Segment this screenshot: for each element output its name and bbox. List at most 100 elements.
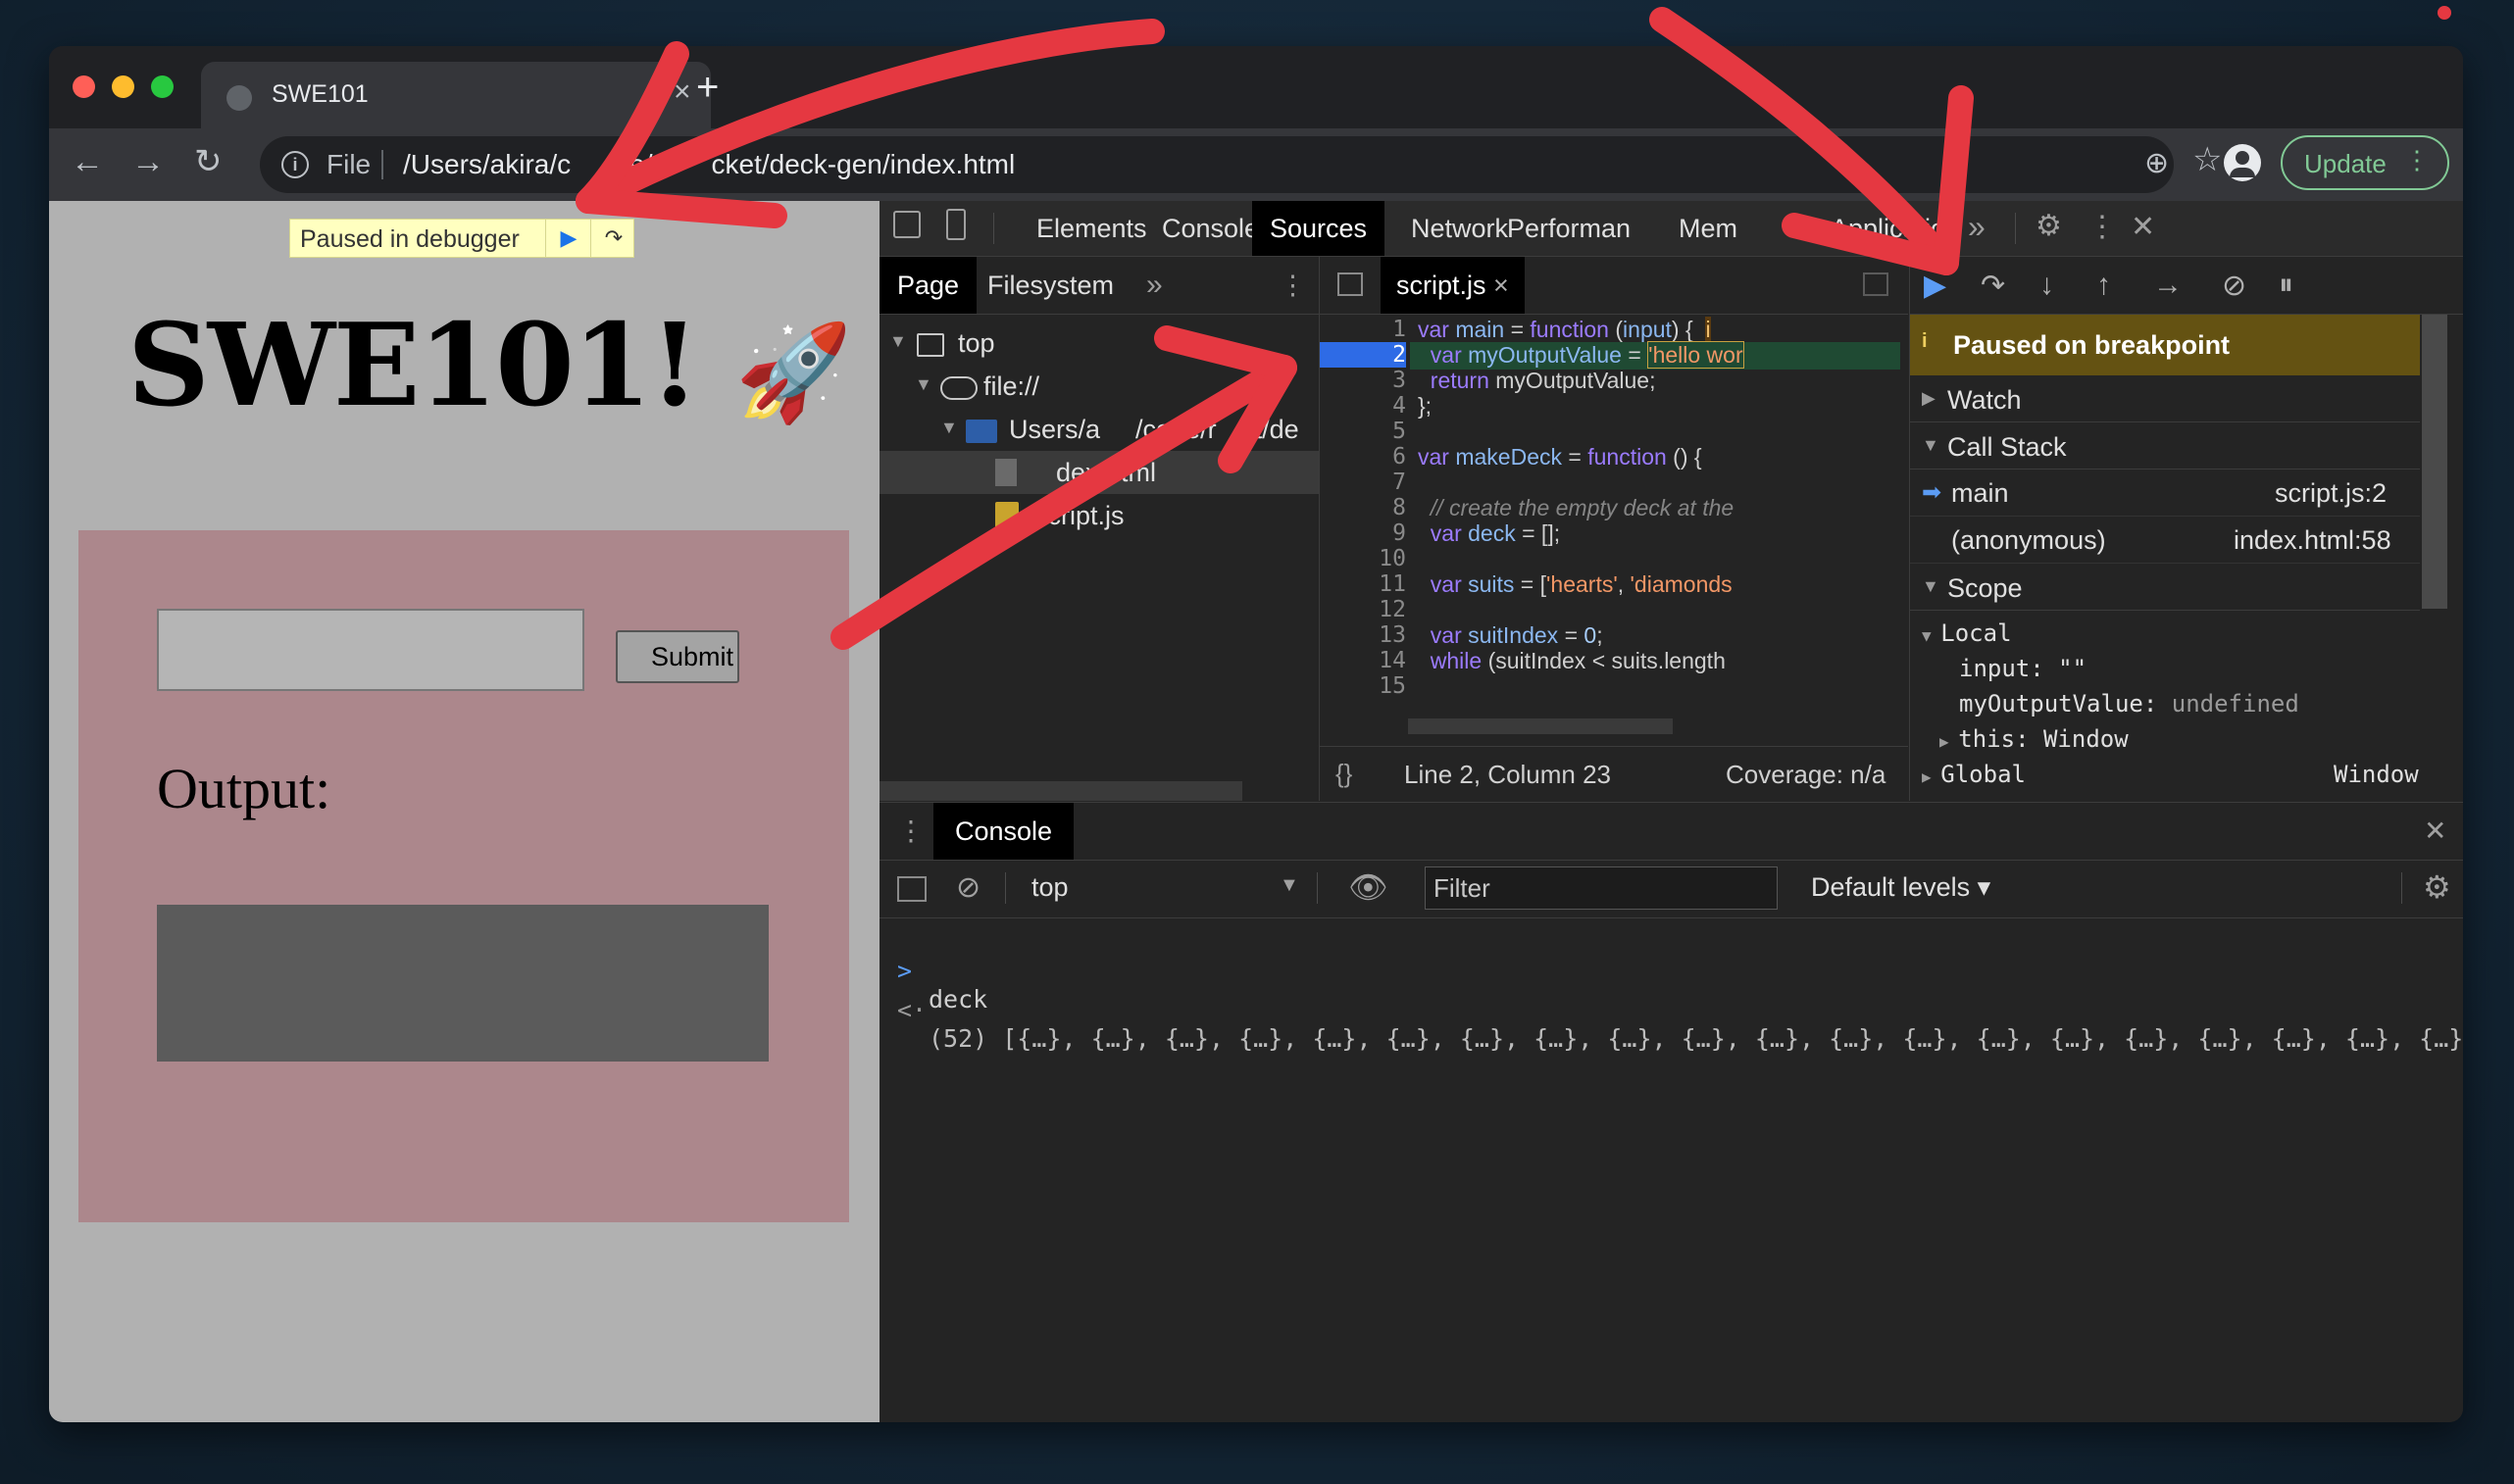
tab-close-icon[interactable]: × [674,75,691,109]
tree-item-script-js[interactable]: script.js [880,494,1319,537]
step-over-icon[interactable]: ↷ [1981,269,2005,303]
line-number[interactable]: 5 [1320,419,1406,444]
zoom-window-button[interactable] [151,75,174,98]
line-number[interactable]: 4 [1320,393,1406,419]
device-toolbar-icon[interactable] [946,209,966,240]
frame-location[interactable]: index.html:58 [2234,525,2391,556]
cloud-icon [940,376,978,400]
call-stack-frame[interactable]: ➡ main script.js:2 [1910,470,2420,517]
console-output-line[interactable]: <· (52) [{…}, {…}, {…}, {…}, {…}, {…}, {… [880,967,2463,1053]
breakpoint-line-number[interactable]: 2 [1320,342,1406,368]
toggle-debugger-icon[interactable] [1863,272,1888,296]
navigator-menu-icon[interactable]: ⋮ [1262,257,1324,314]
console-settings-gear-icon[interactable]: ⚙ [2423,868,2451,906]
info-icon[interactable]: i [281,151,309,178]
text-input[interactable] [157,609,584,691]
line-number[interactable]: 13 [1320,622,1406,648]
bookmark-star-icon[interactable]: ☆ [2192,140,2222,179]
code-line: return myOutputValue; [1430,368,1656,393]
tab-elements[interactable]: Elements [1036,214,1147,244]
tree-item-top[interactable]: ▼ top [880,322,1319,365]
menu-kebab-icon[interactable]: ⋮ [2404,145,2430,175]
close-drawer-icon[interactable]: ✕ [2424,815,2446,847]
line-number[interactable]: 15 [1320,673,1406,699]
more-tabs-icon[interactable]: » [1968,209,1986,245]
zoom-icon[interactable]: ⊕ [2144,146,2169,180]
editor-status-bar: {} Line 2, Column 23 Coverage: n/a [1320,746,1908,802]
frame-location[interactable]: script.js:2 [2275,478,2387,509]
console-sidebar-icon[interactable] [897,876,927,902]
code-area[interactable]: 1 2 3 4 5 6 7 8 9 10 11 12 13 14 15 var … [1320,317,1908,738]
navigator-scrollbar[interactable] [880,781,1242,801]
scope-section[interactable]: ▼ Scope [1910,565,2420,611]
code-scrollbar[interactable] [1408,718,1673,734]
devtools-menu-icon[interactable]: ⋮ [2087,210,2117,244]
watch-section[interactable]: ▶ Watch [1910,376,2420,422]
close-file-tab-icon[interactable]: × [1493,271,1509,300]
tab-script-js[interactable]: script.js × [1381,257,1525,314]
line-number[interactable]: 7 [1320,470,1406,495]
more-navigator-tabs-icon[interactable]: » [1129,257,1181,314]
call-stack-frame[interactable]: (anonymous) index.html:58 [1910,518,2420,564]
settings-gear-icon[interactable]: ⚙ [2036,209,2062,243]
line-number[interactable]: 12 [1320,597,1406,622]
minimize-window-button[interactable] [112,75,134,98]
step-into-icon[interactable]: ↓ [2039,269,2054,302]
scope-global[interactable]: ▶ Global [1922,761,2026,788]
debugger-scrollbar[interactable] [2422,315,2447,609]
chevron-down-icon[interactable]: ▼ [1280,874,1299,897]
reload-button[interactable]: ↻ [194,142,223,181]
line-number[interactable]: 11 [1320,571,1406,597]
tab-drawer-console[interactable]: Console [933,803,1075,860]
tree-item-index-html[interactable]: dex.html [880,451,1319,494]
step-over-icon[interactable]: ↷ [590,220,636,257]
back-button[interactable]: ← [71,142,104,181]
tab-filesystem[interactable]: Filesystem [970,257,1131,314]
eye-icon[interactable]: 👁 [1348,868,1388,906]
line-number[interactable]: 14 [1320,648,1406,673]
scope-local[interactable]: ▼ Local [1922,619,2012,647]
folder-icon [966,420,997,443]
submit-button[interactable]: Submit [616,630,739,683]
pretty-print-icon[interactable]: {} [1335,759,1352,789]
line-number[interactable]: 9 [1320,520,1406,546]
step-icon[interactable]: → [2153,269,2183,302]
pause-on-exceptions-icon[interactable]: ⏸ [2279,269,2293,302]
call-stack-section[interactable]: ▼ Call Stack [1910,423,2420,470]
line-number[interactable]: 1 [1320,317,1406,342]
tab-performance[interactable]: Performan [1507,214,1631,244]
close-window-button[interactable] [73,75,95,98]
toggle-navigator-icon[interactable] [1337,272,1363,296]
line-number[interactable]: 8 [1320,495,1406,520]
profile-avatar-icon[interactable] [2224,144,2261,181]
context-selector[interactable]: top [1031,872,1069,903]
drawer-menu-icon[interactable]: ⋮ [897,815,925,847]
tab-sources[interactable]: Sources [1252,201,1385,256]
tab-memory[interactable]: Mem [1679,214,1737,244]
deactivate-breakpoints-icon[interactable]: ⊘ [2222,269,2246,303]
close-devtools-icon[interactable]: ✕ [2131,210,2155,244]
line-number[interactable]: 6 [1320,444,1406,470]
tab-console[interactable]: Console [1162,214,1259,244]
new-tab-button[interactable]: + [696,66,719,110]
browser-tab[interactable]: SWE101 × [201,62,711,128]
address-bar[interactable]: i File /Users/akira/c e/cket/deck-gen/ind… [260,136,2174,193]
tree-item-file-origin[interactable]: ▼ file:// [880,365,1319,408]
tab-page[interactable]: Page [880,257,978,314]
console-filter-input[interactable]: Filter [1425,866,1778,910]
scope-variable[interactable]: ▶ this: Window [1939,725,2129,753]
inspect-element-icon[interactable] [893,211,921,238]
console-result[interactable]: (52) [{…}, {…}, {…}, {…}, {…}, {…}, {…},… [929,1024,2463,1053]
resume-icon[interactable]: ▶ [545,220,591,257]
tree-item-folder[interactable]: ▼ Users/a/code/r et/de [880,408,1319,451]
tab-application[interactable]: Application [1831,214,1960,244]
line-number[interactable]: 10 [1320,546,1406,571]
resume-icon[interactable]: ▶ [1924,269,1946,303]
log-levels-dropdown[interactable]: Default levels ▾ [1811,872,1990,903]
tab-network[interactable]: Network [1411,214,1508,244]
forward-button[interactable]: → [131,142,165,181]
line-number[interactable]: 3 [1320,368,1406,393]
step-out-icon[interactable]: ↑ [2096,269,2111,302]
clear-console-icon[interactable]: ⊘ [956,870,980,905]
update-button[interactable]: Update ⋮ [2281,135,2449,190]
